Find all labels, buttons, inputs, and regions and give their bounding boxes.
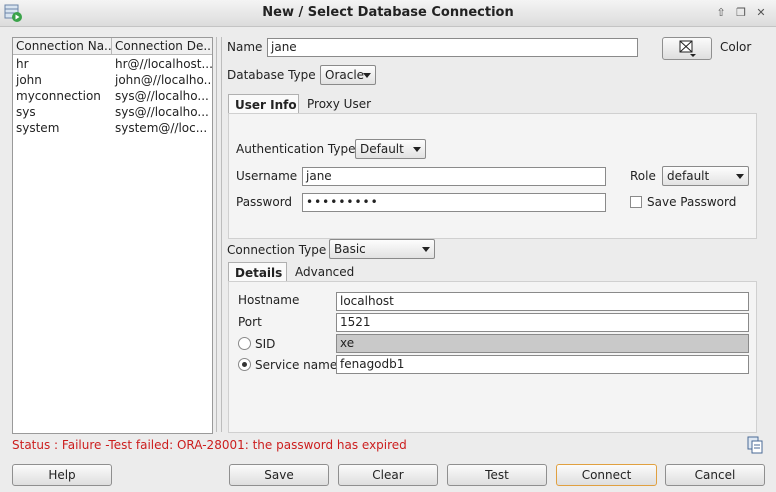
database-type-label: Database Type <box>227 68 316 82</box>
service-name-label: Service name <box>255 358 338 372</box>
table-row[interactable]: sys sys@//localho... <box>13 104 212 120</box>
tab-details[interactable]: Details <box>228 262 287 282</box>
chevron-down-icon <box>413 147 421 152</box>
authentication-type-select[interactable]: Default <box>355 139 426 159</box>
tab-user-info[interactable]: User Info <box>228 94 299 114</box>
port-field[interactable]: 1521 <box>336 313 749 332</box>
tab-proxy-user[interactable]: Proxy User <box>301 94 377 114</box>
hostname-label: Hostname <box>238 293 300 307</box>
password-label: Password <box>236 195 293 209</box>
window-up-icon[interactable]: ⇧ <box>713 5 729 21</box>
authentication-type-value: Default <box>360 142 404 156</box>
color-picker-button[interactable] <box>662 37 712 60</box>
table-row[interactable]: system system@//loc... <box>13 120 212 136</box>
connect-button[interactable]: Connect <box>556 464 657 486</box>
password-field[interactable]: ••••••••• <box>302 193 606 212</box>
role-value: default <box>667 169 710 183</box>
connection-type-select[interactable]: Basic <box>329 239 435 259</box>
color-swatch-icon <box>679 40 696 57</box>
tab-advanced[interactable]: Advanced <box>289 262 360 282</box>
connection-details-cell: hr@//localhost... <box>115 57 212 71</box>
status-message: Status : Failure -Test failed: ORA-28001… <box>12 438 407 452</box>
connection-name-cell: sys <box>16 105 36 119</box>
save-button[interactable]: Save <box>229 464 329 486</box>
role-label: Role <box>630 169 656 183</box>
connection-type-value: Basic <box>334 242 366 256</box>
save-password-label: Save Password <box>647 195 737 209</box>
port-label: Port <box>238 315 262 329</box>
username-field[interactable]: jane <box>302 167 606 186</box>
connection-name-cell: john <box>16 73 42 87</box>
column-header-connection-details[interactable]: Connection De... <box>112 38 212 55</box>
database-type-value: Oracle <box>325 68 365 82</box>
service-name-field[interactable]: fenagodb1 <box>336 355 749 374</box>
chevron-down-icon <box>422 247 430 252</box>
database-type-select[interactable]: Oracle <box>320 65 376 85</box>
test-button[interactable]: Test <box>447 464 547 486</box>
table-row[interactable]: hr hr@//localhost... <box>13 56 212 72</box>
name-field[interactable]: jane <box>267 38 638 57</box>
sid-radio[interactable] <box>238 337 251 350</box>
column-header-connection-name[interactable]: Connection Na... <box>13 38 112 55</box>
connection-name-cell: hr <box>16 57 29 71</box>
name-label: Name <box>227 40 263 54</box>
table-row[interactable]: myconnection sys@//localho... <box>13 88 212 104</box>
split-pane-divider[interactable] <box>216 37 222 432</box>
connection-details-cell: sys@//localho... <box>115 105 209 119</box>
hostname-field[interactable]: localhost <box>336 292 749 311</box>
username-label: Username <box>236 169 298 183</box>
window-restore-icon[interactable]: ❐ <box>733 5 749 21</box>
connection-name-cell: system <box>16 121 60 135</box>
connections-table[interactable]: Connection Na... Connection De... hr hr@… <box>12 37 213 434</box>
cancel-button[interactable]: Cancel <box>665 464 765 486</box>
copy-icon[interactable] <box>746 436 764 454</box>
connection-details-cell: system@//loc... <box>115 121 208 135</box>
window-title: New / Select Database Connection <box>262 5 514 20</box>
connection-details-cell: john@//localho... <box>115 73 212 87</box>
connection-type-label: Connection Type <box>227 243 327 257</box>
chevron-down-icon <box>736 174 744 179</box>
connection-name-cell: myconnection <box>16 89 101 103</box>
authentication-type-label: Authentication Type <box>236 142 356 156</box>
connection-details-cell: sys@//localho... <box>115 89 209 103</box>
window-close-icon[interactable]: ✕ <box>753 5 769 21</box>
role-select[interactable]: default <box>662 166 749 186</box>
save-password-checkbox[interactable] <box>630 196 642 208</box>
help-button[interactable]: Help <box>12 464 112 486</box>
chevron-down-icon <box>363 73 371 78</box>
sid-field: xe <box>336 334 749 353</box>
color-label: Color <box>720 40 752 54</box>
sid-label: SID <box>255 337 276 351</box>
table-row[interactable]: john john@//localho... <box>13 72 212 88</box>
service-name-radio[interactable] <box>238 358 251 371</box>
clear-button[interactable]: Clear <box>338 464 438 486</box>
